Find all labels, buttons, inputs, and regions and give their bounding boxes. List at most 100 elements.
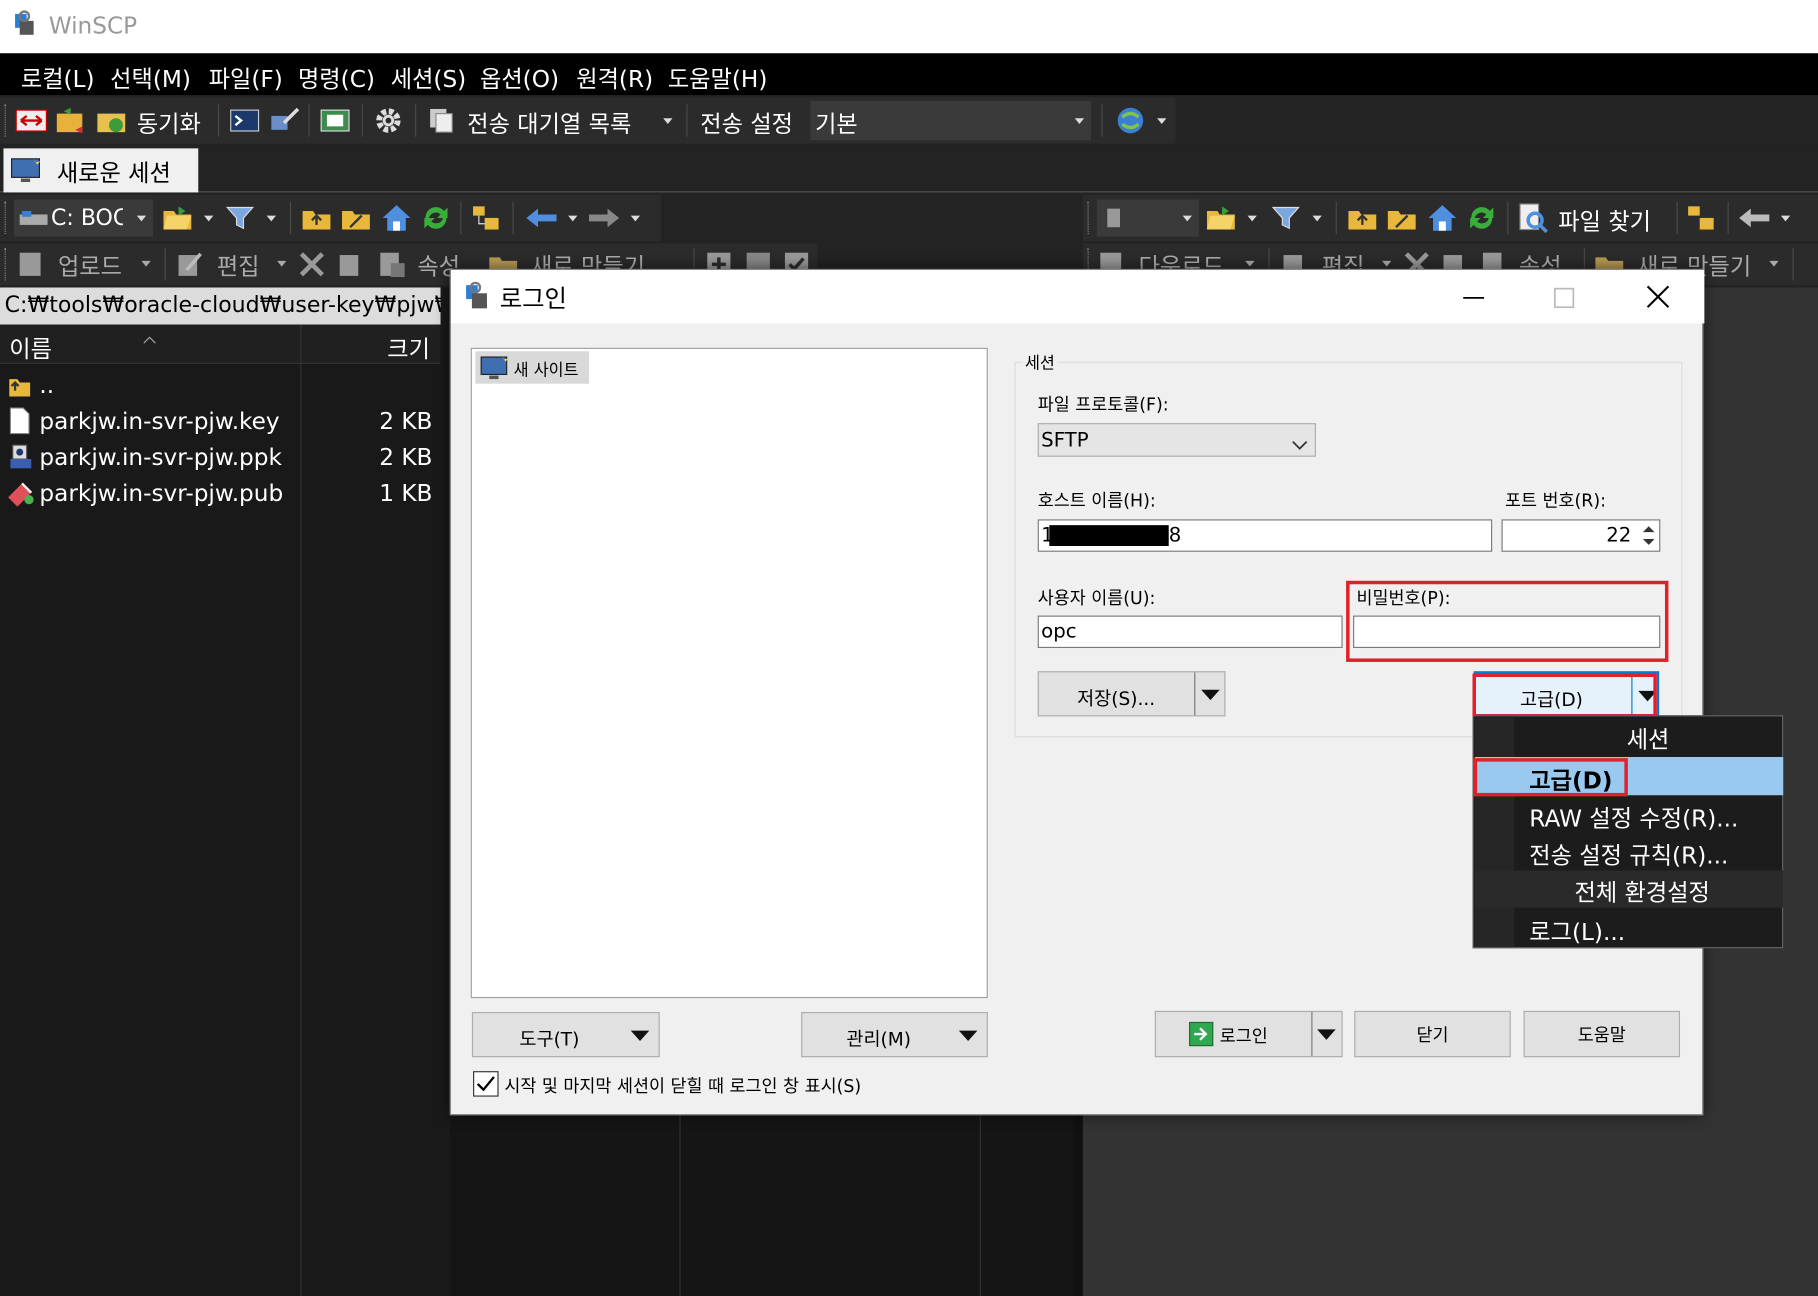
menu-mark[interactable]: 선택(M) xyxy=(110,60,191,94)
port-label: 포트 번호(R): xyxy=(1504,490,1607,512)
edit-icon[interactable] xyxy=(175,249,205,279)
menu-item-transfer-rules[interactable]: 전송 설정 규칙(R)... xyxy=(1475,833,1783,870)
new-session-tab[interactable]: 새로운 세션 xyxy=(3,148,199,193)
manage-button-label: 관리(M) xyxy=(846,1028,912,1051)
protocol-select[interactable]: SFTP xyxy=(1037,423,1316,457)
filter-icon[interactable] xyxy=(225,204,255,232)
new-session-tab-label: 새로운 세션 xyxy=(56,158,171,187)
remote-nav-toolbar: 파일 찾기 xyxy=(1082,194,1818,242)
maximize-icon[interactable] xyxy=(1552,286,1575,309)
local-file-list: 이름 크기 .. parkjw.in-svr-pjw.key 2 KB park… xyxy=(0,324,441,1296)
menu-commands[interactable]: 명령(C) xyxy=(298,60,375,94)
site-tree[interactable]: 새 사이트 xyxy=(470,347,988,999)
password-input[interactable] xyxy=(1353,615,1661,649)
close-button[interactable]: 닫기 xyxy=(1354,1010,1511,1058)
remote-refresh-icon[interactable] xyxy=(1466,202,1498,234)
find-files-button[interactable]: 파일 찾기 xyxy=(1558,203,1651,237)
login-title: 로그인 xyxy=(499,285,567,313)
find-in-tree-icon[interactable] xyxy=(471,204,501,232)
file-row[interactable]: .. xyxy=(0,369,441,404)
compare-directories-icon[interactable] xyxy=(15,107,47,135)
column-size[interactable]: 크기 xyxy=(387,330,430,364)
open-folder-icon[interactable] xyxy=(162,204,192,232)
menu-item-raw-settings[interactable]: RAW 설정 수정(R)... xyxy=(1475,796,1783,833)
tools-dropdown-icon[interactable] xyxy=(630,1030,650,1042)
remote-home-icon[interactable] xyxy=(1426,202,1458,234)
synchronize-browsing-icon[interactable] xyxy=(54,107,86,135)
file-size: 2 KB xyxy=(379,406,433,435)
tools-button[interactable]: 도구(T) xyxy=(471,1012,660,1058)
file-size: 1 KB xyxy=(379,478,433,507)
manage-button[interactable]: 관리(M) xyxy=(801,1012,988,1058)
remote-open-folder-icon[interactable] xyxy=(1206,204,1236,232)
save-button[interactable]: 저장(S)... xyxy=(1037,671,1226,717)
open-directory-icon[interactable] xyxy=(319,107,351,135)
help-button[interactable]: 도움말 xyxy=(1523,1010,1681,1058)
menu-local[interactable]: 로컬(L) xyxy=(21,60,95,94)
remote-parent-directory-icon[interactable] xyxy=(1347,204,1377,232)
console-icon[interactable] xyxy=(230,107,260,135)
refresh-icon[interactable] xyxy=(420,202,452,234)
menu-options[interactable]: 옵션(O) xyxy=(480,60,559,94)
column-name[interactable]: 이름 xyxy=(9,330,52,364)
edit-button[interactable]: 편집 xyxy=(217,248,260,282)
upload-button[interactable]: 업로드 xyxy=(58,248,122,282)
file-row[interactable]: parkjw.in-svr-pjw.ppk 2 KB xyxy=(0,441,441,476)
menu-item-log[interactable]: 로그(L)... xyxy=(1475,910,1783,947)
remote-find-in-tree-icon[interactable] xyxy=(1686,204,1716,232)
globe-dropdown-icon[interactable] xyxy=(1157,118,1167,125)
delete-icon[interactable] xyxy=(298,250,326,278)
home-icon[interactable] xyxy=(380,202,412,234)
close-icon[interactable] xyxy=(1645,284,1671,310)
file-name: parkjw.in-svr-pjw.pub xyxy=(39,478,284,507)
synchronize-button[interactable]: 동기화 xyxy=(137,105,201,139)
show-login-label[interactable]: 시작 및 마지막 세션이 닫힐 때 로그인 창 표시(S) xyxy=(504,1073,861,1097)
queue-list-button[interactable]: 전송 대기열 목록 xyxy=(467,105,631,139)
transfer-preset-select[interactable]: 기본 xyxy=(810,100,1092,141)
find-files-icon[interactable] xyxy=(1517,202,1549,234)
new-site-item[interactable]: 새 사이트 xyxy=(475,351,589,384)
properties-icon[interactable] xyxy=(377,249,407,279)
menu-item-transfer-rules-label: 전송 설정 규칙(R)... xyxy=(1529,841,1729,870)
back-arrow-icon[interactable] xyxy=(524,204,559,232)
show-login-checkbox[interactable] xyxy=(473,1071,499,1097)
menu-files[interactable]: 파일(F) xyxy=(209,60,283,94)
synchronize-folder-icon[interactable] xyxy=(95,107,127,135)
remote-filter-icon[interactable] xyxy=(1271,204,1301,232)
local-path-bar[interactable]: C:₩tools₩oracle-cloud₩user-key₩pjw₩ xyxy=(0,287,456,325)
monitor-icon xyxy=(9,155,44,185)
file-row[interactable]: parkjw.in-svr-pjw.key 2 KB xyxy=(0,405,441,440)
upload-icon[interactable] xyxy=(16,249,46,279)
port-spin-icon[interactable] xyxy=(1639,522,1658,550)
user-input[interactable]: opc xyxy=(1037,615,1343,649)
queue-icon[interactable] xyxy=(427,107,457,135)
login-dropdown-icon[interactable] xyxy=(1317,1029,1336,1040)
minimize-icon[interactable] xyxy=(1462,286,1485,309)
menu-item-preferences[interactable]: 전체 환경설정 xyxy=(1474,870,1784,908)
putty-key-icon xyxy=(8,443,34,471)
gear-icon[interactable] xyxy=(373,105,403,135)
login-button[interactable]: 로그인 xyxy=(1154,1010,1343,1058)
queue-dropdown-icon[interactable] xyxy=(663,118,673,125)
parent-directory-icon[interactable] xyxy=(301,204,331,232)
panel-splitter[interactable] xyxy=(440,287,450,1296)
menu-session[interactable]: 세션(S) xyxy=(391,60,466,94)
menu-help[interactable]: 도움말(H) xyxy=(668,60,768,94)
host-input[interactable]: 1 8 xyxy=(1037,519,1493,552)
manage-dropdown-icon[interactable] xyxy=(958,1030,978,1042)
menu-item-session[interactable]: 세션 xyxy=(1475,718,1783,755)
save-dropdown-icon[interactable] xyxy=(1201,689,1220,701)
remote-back-arrow-icon[interactable] xyxy=(1737,204,1772,232)
globe-sync-icon[interactable] xyxy=(1115,105,1147,135)
root-directory-icon[interactable] xyxy=(341,204,371,232)
remote-root-directory-icon[interactable] xyxy=(1387,204,1417,232)
remote-drive-select[interactable] xyxy=(1096,199,1199,237)
rename-icon[interactable] xyxy=(336,249,366,279)
file-row[interactable]: parkjw.in-svr-pjw.pub 1 KB xyxy=(0,476,441,511)
putty-icon[interactable] xyxy=(268,107,300,135)
forward-arrow-icon[interactable] xyxy=(587,204,622,232)
local-drive-select[interactable]: C: BOC xyxy=(13,199,154,237)
port-input[interactable]: 22 xyxy=(1501,519,1661,552)
menu-remote[interactable]: 원격(R) xyxy=(576,60,653,94)
public-key-icon xyxy=(6,479,36,507)
